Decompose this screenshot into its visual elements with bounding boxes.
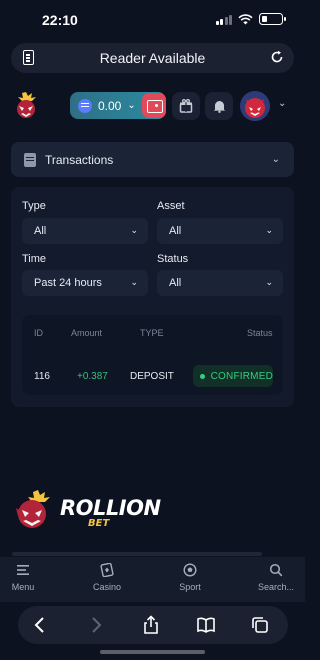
sport-ball-icon	[183, 563, 197, 577]
status-dot-icon	[200, 373, 205, 379]
column-header-id: ID	[34, 328, 43, 338]
chevron-down-icon: ⌄	[265, 277, 273, 287]
chevron-down-icon: ⌄	[130, 277, 138, 287]
chevron-down-icon: ⌄	[127, 100, 136, 111]
nav-label-sport: Sport	[179, 582, 201, 592]
avatar[interactable]	[240, 91, 270, 121]
chevron-down-icon[interactable]: ⌄	[278, 98, 286, 109]
document-icon	[24, 152, 36, 167]
time-filter-label: Time	[22, 253, 47, 265]
nav-item-casino[interactable]: Casino	[77, 563, 137, 592]
footer-text-fragment	[12, 552, 262, 556]
reload-icon[interactable]	[270, 50, 284, 64]
time-select-value: Past 24 hours	[34, 277, 102, 289]
status-time: 22:10	[42, 12, 78, 28]
type-filter-label: Type	[22, 200, 46, 212]
type-select-value: All	[34, 225, 47, 237]
transactions-label: Transactions	[45, 152, 114, 167]
column-header-type: TYPE	[140, 328, 164, 338]
menu-icon	[17, 565, 29, 575]
casino-icon	[100, 563, 114, 577]
status-bar: 22:10	[0, 0, 305, 40]
cellular-signal-icon	[215, 14, 232, 25]
home-indicator	[100, 650, 205, 654]
share-icon[interactable]	[141, 615, 161, 635]
type-select[interactable]: All ⌄	[22, 218, 148, 244]
bell-icon	[213, 101, 225, 113]
rollion-logo-icon[interactable]	[12, 90, 40, 120]
row-type: DEPOSIT	[130, 371, 174, 382]
rollion-mascot-logo-icon	[16, 490, 50, 528]
battery-icon	[259, 13, 286, 25]
chevron-down-icon: ⌄	[265, 225, 273, 235]
forward-arrow-icon[interactable]	[86, 615, 106, 635]
status-icons	[215, 13, 286, 25]
nav-item-search[interactable]: Search...	[246, 563, 306, 592]
nav-label-search: Search...	[257, 582, 295, 592]
status-select[interactable]: All ⌄	[157, 270, 283, 296]
brand-name: ROLLION	[60, 496, 161, 520]
wallet-button[interactable]	[142, 93, 166, 118]
avatar-mascot-icon	[245, 98, 265, 118]
status-select-value: All	[169, 277, 182, 289]
browser-toolbar	[18, 606, 288, 644]
status-badge: CONFIRMED	[193, 365, 273, 387]
asset-select[interactable]: All ⌄	[157, 218, 283, 244]
reader-mode-icon[interactable]	[23, 50, 34, 65]
reader-bar[interactable]: Reader Available	[11, 43, 294, 73]
column-header-amount: Amount	[71, 328, 103, 338]
time-select[interactable]: Past 24 hours ⌄	[22, 270, 148, 296]
notifications-button[interactable]	[205, 92, 233, 120]
chevron-down-icon: ⌄	[271, 154, 280, 165]
reader-available-label: Reader Available	[99, 50, 206, 66]
search-icon	[269, 563, 283, 577]
chevron-down-icon: ⌄	[130, 225, 138, 235]
row-id: 116	[34, 371, 50, 382]
nav-item-menu[interactable]: Menu	[0, 563, 53, 592]
transactions-dropdown[interactable]: Transactions ⌄	[11, 142, 294, 177]
gift-icon	[179, 99, 193, 113]
nav-label-casino: Casino	[92, 582, 121, 592]
wifi-icon	[238, 13, 253, 24]
back-arrow-icon[interactable]	[30, 615, 50, 635]
brand-sub: BET	[88, 518, 110, 529]
status-badge-label: CONFIRMED	[210, 370, 273, 382]
asset-select-value: All	[169, 225, 182, 237]
status-filter-label: Status	[157, 253, 189, 265]
asset-filter-label: Asset	[157, 200, 185, 212]
nav-label-menu: Menu	[11, 582, 35, 592]
column-header-status: Status	[247, 328, 273, 338]
bookmarks-icon[interactable]	[196, 615, 216, 635]
bottom-nav: Menu Casino Sport Search...	[0, 557, 305, 602]
rewards-gift-button[interactable]	[172, 92, 200, 120]
currency-coin-icon	[78, 98, 92, 113]
balance-amount: 0.00	[98, 98, 122, 113]
row-amount: +0.387	[77, 371, 108, 382]
tabs-icon[interactable]	[250, 615, 270, 635]
nav-item-sport[interactable]: Sport	[160, 563, 220, 592]
